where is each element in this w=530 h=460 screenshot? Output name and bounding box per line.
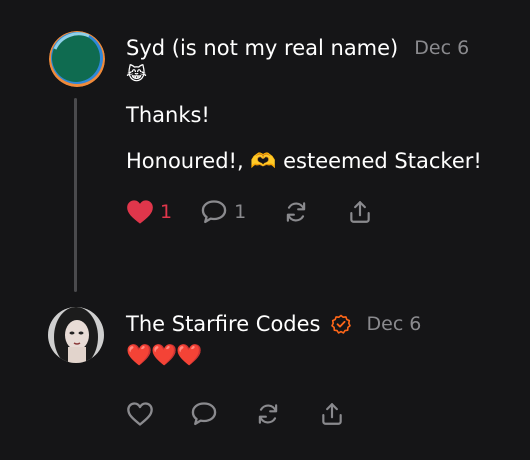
comment-actions: 1 1 (126, 196, 530, 228)
verified-check-icon (330, 314, 351, 334)
author-name[interactable]: The Starfire Codes (126, 312, 321, 336)
author-name[interactable]: Syd (is not my real name) (126, 36, 398, 60)
share-icon (322, 403, 342, 425)
comment-date[interactable]: Dec 6 (367, 313, 422, 335)
comment-date[interactable]: Dec 6 (414, 37, 469, 59)
restack-button[interactable] (282, 199, 310, 225)
comment-header: The Starfire Codes Dec 6 (126, 306, 530, 342)
comment-actions (126, 398, 530, 430)
restack-icon (286, 202, 306, 222)
avatar[interactable] (48, 307, 104, 363)
reply-button[interactable]: 1 (200, 199, 246, 225)
comment: The Starfire Codes Dec 6 ❤️❤️❤️ (126, 306, 530, 430)
share-icon (350, 201, 370, 223)
reply-button[interactable] (190, 401, 218, 427)
restack-button[interactable] (254, 401, 282, 427)
heart-icon (127, 200, 153, 224)
share-button[interactable] (318, 401, 346, 427)
like-count: 1 (160, 201, 173, 223)
comment: Syd (is not my real name) Dec 6 😹 Thanks… (126, 30, 530, 228)
like-button[interactable]: 1 (126, 199, 172, 225)
emoji-reaction: 😹 (126, 64, 148, 85)
share-button[interactable] (346, 199, 374, 225)
thread-line (74, 98, 77, 292)
reply-count: 1 (234, 201, 247, 223)
comment-icon (191, 402, 217, 426)
avatar[interactable] (49, 31, 105, 87)
comment-text: Thanks! (126, 103, 210, 127)
restack-icon (258, 404, 278, 424)
comment-text: Honoured!, 🫶 esteemed Stacker! (126, 149, 482, 173)
comment-text: ❤️❤️❤️ (126, 343, 202, 367)
comment-icon (201, 200, 227, 224)
like-button[interactable] (126, 401, 154, 427)
heart-icon (127, 402, 153, 426)
comment-header: Syd (is not my real name) Dec 6 (126, 30, 530, 66)
verified-badge (330, 314, 351, 334)
